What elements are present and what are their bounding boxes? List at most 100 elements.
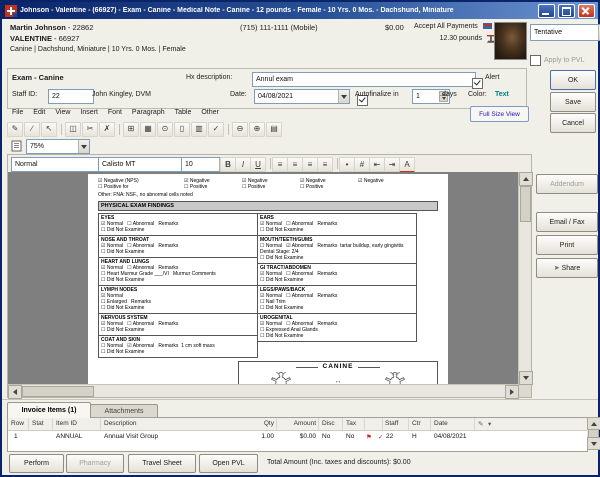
section-legs-paws-back[interactable]: LEGS/PAWS/BACK ☑ Normal ☐ Abnormal Remar… — [257, 285, 417, 314]
menu-paragraph[interactable]: Paragraph — [127, 107, 170, 120]
col-description[interactable]: Description — [104, 420, 137, 427]
align-left-icon[interactable]: ≡ — [272, 157, 288, 172]
section-line[interactable]: ☐ Normal ☑ Abnormal Remarks tartar build… — [260, 243, 414, 255]
paste-icon[interactable]: ◫ — [65, 122, 81, 137]
scroll-up-icon[interactable] — [519, 172, 533, 186]
section-line[interactable]: ☐ Did Not Examine — [260, 305, 414, 311]
checkbox-unchecked[interactable] — [530, 55, 541, 66]
numbered-list-icon[interactable]: # — [354, 157, 370, 172]
section-nervous-system[interactable]: NERVOUS SYSTEM ☑ Normal ☐ Abnormal Remar… — [98, 313, 258, 336]
section-lymph-nodes[interactable]: LYMPH NODES ☑ Normal ☐ Enlarged Remarks … — [98, 285, 258, 314]
edit-pencil-icon[interactable]: ✎ — [7, 122, 23, 137]
spellcheck-icon[interactable]: ✓ — [208, 122, 224, 137]
col-disc[interactable]: Disc — [322, 420, 335, 427]
section-heart-lungs[interactable]: HEART AND LUNGS ☑ Normal ☐ Abnormal Rema… — [98, 257, 258, 286]
screen-check[interactable]: ☐ Positive — [184, 184, 242, 190]
print-icon[interactable]: ▤ — [266, 122, 282, 137]
insert-grid-icon[interactable]: ▦ — [140, 122, 156, 137]
col-date[interactable]: Date — [434, 420, 448, 427]
hx-description-input[interactable]: Annul exam — [252, 72, 476, 87]
alert-checkbox[interactable] — [472, 78, 483, 89]
email-fax-button[interactable]: Email / Fax — [536, 212, 598, 232]
zoom-select[interactable]: 75% — [26, 139, 90, 154]
col-amount[interactable]: Amount — [280, 420, 316, 427]
menu-view[interactable]: View — [50, 107, 75, 120]
document-viewport[interactable]: ☑ Negative (NPS) ☑ Negative ☑ Negative ☑… — [8, 172, 519, 385]
bookmark-icon[interactable]: ▯ — [174, 122, 190, 137]
apply-pvl-checkbox[interactable]: Apply to PVL — [530, 55, 584, 66]
section-nose-throat[interactable]: NOSE AND THROAT ☑ Normal ☐ Abnormal Rema… — [98, 235, 258, 258]
screen-check[interactable]: ☐ Positive for — [98, 184, 184, 190]
scroll-down-icon[interactable] — [519, 371, 533, 385]
section-mouth-teeth-gums[interactable]: MOUTH/TEETH/GUMS ☐ Normal ☑ Abnormal Rem… — [257, 235, 417, 264]
section-line[interactable]: ☐ Did Not Examine — [260, 227, 414, 233]
print-button[interactable]: Print — [536, 235, 598, 255]
section-line[interactable]: ☐ Did Not Examine — [260, 255, 414, 261]
save-button[interactable]: Save — [550, 92, 596, 112]
font-color-icon[interactable]: A — [399, 157, 415, 173]
font-select[interactable]: Calisto MT — [98, 157, 194, 172]
pharmacy-button[interactable]: Pharmacy — [66, 454, 124, 473]
scroll-down-icon[interactable] — [587, 437, 600, 450]
menu-table[interactable]: Table — [170, 107, 197, 120]
minimize-button[interactable] — [538, 4, 555, 18]
chevron-down-icon[interactable] — [338, 90, 349, 103]
sort-icon[interactable]: ▾ — [488, 420, 491, 428]
menu-other[interactable]: Other — [196, 107, 224, 120]
full-size-view-button[interactable]: Full Size View — [470, 106, 529, 122]
edit-columns-icon[interactable]: ✎ — [478, 420, 483, 428]
horizontal-scrollbar[interactable] — [8, 384, 519, 397]
chevron-down-icon[interactable] — [78, 140, 89, 153]
screen-check[interactable]: ☐ Positive — [242, 184, 300, 190]
vertical-scroll-thumb[interactable] — [520, 186, 531, 222]
zoom-in-icon[interactable]: ⊕ — [249, 122, 265, 137]
close-button[interactable] — [578, 4, 595, 18]
find-icon[interactable]: ⊙ — [157, 122, 173, 137]
align-justify-icon[interactable]: ≡ — [317, 157, 333, 172]
bullet-list-icon[interactable]: • — [339, 157, 355, 172]
col-qty[interactable]: Qty — [246, 420, 274, 427]
addendum-button[interactable]: Addendum — [536, 174, 598, 194]
outdent-icon[interactable]: ⇤ — [369, 157, 385, 172]
maximize-button[interactable] — [558, 4, 575, 18]
cut-icon[interactable]: ✂ — [82, 122, 98, 137]
color-value[interactable]: Text — [495, 91, 509, 98]
tab-attachments[interactable]: Attachments — [90, 404, 158, 418]
section-ears[interactable]: EARS ☑ Normal ☐ Abnormal Remarks ☐ Did N… — [257, 213, 417, 236]
section-line[interactable]: ☐ Did Not Examine — [101, 277, 255, 283]
underline-button[interactable]: U — [250, 157, 266, 172]
section-line[interactable]: ☐ Did Not Examine — [101, 327, 255, 333]
perform-button[interactable]: Perform — [9, 454, 64, 473]
delete-icon[interactable]: ✗ — [99, 122, 115, 137]
patient-photo[interactable] — [494, 22, 527, 60]
zoom-out-icon[interactable]: ⊖ — [232, 122, 248, 137]
open-pvl-button[interactable]: Open PVL — [199, 454, 258, 473]
align-right-icon[interactable]: ≡ — [302, 157, 318, 172]
travel-sheet-button[interactable]: Travel Sheet — [128, 454, 196, 473]
scroll-left-icon[interactable] — [8, 385, 22, 399]
bold-button[interactable]: B — [220, 157, 236, 172]
col-item-id[interactable]: Item ID — [56, 420, 77, 427]
section-gi-tract-abdomen[interactable]: GI TRACT/ABDOMEN ☑ Normal ☐ Abnormal Rem… — [257, 263, 417, 286]
section-line[interactable]: ☐ Did Not Examine — [260, 277, 414, 283]
menu-insert[interactable]: Insert — [75, 107, 103, 120]
tab-invoice-items[interactable]: Invoice Items (1) — [7, 402, 91, 418]
menu-edit[interactable]: Edit — [28, 107, 50, 120]
document-page[interactable]: ☑ Negative (NPS) ☑ Negative ☑ Negative ☑… — [88, 174, 448, 385]
staff-id-input[interactable]: 22 — [48, 89, 94, 104]
section-line[interactable]: ☐ Did Not Examine — [101, 349, 255, 355]
ok-button[interactable]: OK — [550, 70, 596, 90]
chart-icon[interactable]: ▥ — [191, 122, 207, 137]
scroll-right-icon[interactable] — [505, 385, 519, 399]
italic-button[interactable]: I — [235, 157, 251, 172]
page-view-icon[interactable] — [11, 140, 22, 152]
section-line[interactable]: ☐ Did Not Examine — [260, 333, 414, 339]
col-tax[interactable]: Tax — [346, 420, 356, 427]
screen-check[interactable]: ☑ Negative — [358, 178, 414, 184]
col-ctr[interactable]: Ctr — [412, 420, 421, 427]
paragraph-style-select[interactable]: Normal — [11, 157, 111, 172]
section-eyes[interactable]: EYES ☑ Normal ☐ Abnormal Remarks ☐ Did N… — [98, 213, 258, 236]
col-stat[interactable]: Stat — [32, 420, 44, 427]
section-urogenital[interactable]: UROGENITAL ☑ Normal ☐ Abnormal Remarks ☐… — [257, 313, 417, 342]
section-line[interactable]: ☐ Did Not Examine — [101, 227, 255, 233]
